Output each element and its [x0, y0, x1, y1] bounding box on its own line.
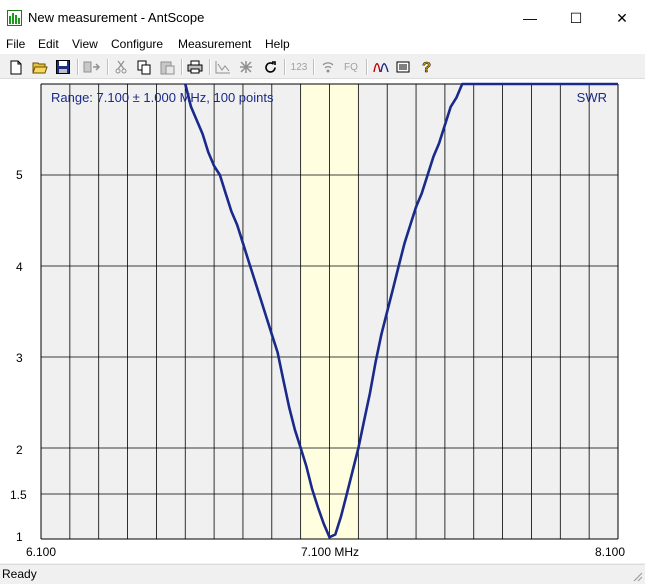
swr-chart[interactable]: Range: 7.100 ± 1.000 MHz, 100 points SWR… — [0, 79, 645, 563]
help-icon[interactable]: ? — [418, 58, 436, 76]
open-folder-icon[interactable] — [31, 58, 49, 76]
swr-curve-icon[interactable] — [372, 58, 390, 76]
export-icon[interactable] — [83, 58, 101, 76]
graph-icon[interactable] — [214, 58, 232, 76]
y-tick-label: 3 — [16, 351, 23, 365]
svg-text:?: ? — [422, 59, 431, 75]
menu-measurement[interactable]: Measurement — [178, 37, 251, 51]
minimize-button[interactable]: — — [507, 0, 553, 36]
title-bar[interactable]: New measurement - AntScope — ☐ ✕ — [0, 0, 645, 36]
range-label: Range: 7.100 ± 1.000 MHz, 100 points — [51, 90, 274, 105]
maximize-button[interactable]: ☐ — [553, 0, 599, 36]
status-text: Ready — [2, 567, 37, 581]
x-tick-label: 7.100 MHz — [301, 545, 359, 559]
toolbar-separator — [77, 59, 79, 75]
save-icon[interactable] — [54, 58, 72, 76]
fq-icon[interactable]: FQ — [342, 58, 360, 76]
refresh-icon[interactable] — [261, 58, 279, 76]
toolbar-separator — [107, 59, 109, 75]
menu-file[interactable]: File — [6, 37, 25, 51]
window-title: New measurement - AntScope — [28, 10, 205, 25]
x-tick-label: 8.100 — [595, 545, 625, 559]
list-icon[interactable] — [395, 58, 413, 76]
menu-help[interactable]: Help — [265, 37, 290, 51]
menu-bar: File Edit View Configure Measurement Hel… — [0, 36, 645, 54]
x-tick-label: 6.100 — [26, 545, 56, 559]
antenna-icon[interactable] — [319, 58, 337, 76]
toolbar-separator — [366, 59, 368, 75]
y-tick-label: 2 — [16, 443, 23, 457]
resize-grip-icon[interactable] — [631, 570, 643, 582]
y-tick-label: 1 — [16, 530, 23, 544]
new-file-icon[interactable] — [7, 58, 25, 76]
toolbar: 123 FQ ? — [0, 55, 645, 79]
menu-view[interactable]: View — [72, 37, 98, 51]
paste-icon[interactable] — [158, 58, 176, 76]
numeric-123-icon[interactable]: 123 — [290, 58, 308, 76]
maximize-icon: ☐ — [569, 9, 583, 26]
copy-icon[interactable] — [135, 58, 153, 76]
marker-icon[interactable] — [237, 58, 255, 76]
toolbar-separator — [181, 59, 183, 75]
y-tick-label: 4 — [16, 260, 23, 274]
toolbar-separator — [209, 59, 211, 75]
swr-chart-area[interactable]: Range: 7.100 ± 1.000 MHz, 100 points SWR… — [0, 79, 645, 563]
print-icon[interactable] — [186, 58, 204, 76]
series-label-swr: SWR — [577, 90, 607, 105]
fq-label: FQ — [344, 61, 358, 73]
close-button[interactable]: ✕ — [599, 0, 645, 36]
y-tick-label: 1.5 — [10, 488, 27, 502]
numeric-123-label: 123 — [290, 61, 308, 73]
menu-edit[interactable]: Edit — [38, 37, 59, 51]
menu-configure[interactable]: Configure — [111, 37, 163, 51]
cut-icon[interactable] — [112, 58, 130, 76]
y-tick-label: 5 — [16, 168, 23, 182]
antscope-app-icon — [7, 10, 22, 26]
close-icon: ✕ — [616, 9, 628, 26]
status-bar: Ready — [0, 564, 645, 584]
minimize-icon: — — [523, 10, 537, 26]
toolbar-separator — [313, 59, 315, 75]
toolbar-separator — [284, 59, 286, 75]
